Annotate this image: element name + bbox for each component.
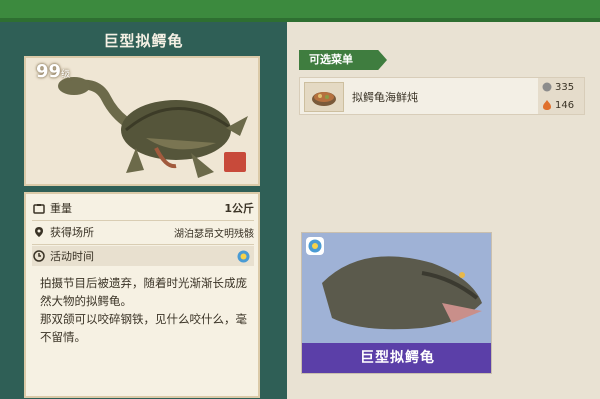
creature-image-card: 99级: [24, 56, 260, 186]
page-title: 巨型拟鳄龟: [103, 32, 184, 50]
level-display: 99级: [36, 61, 70, 82]
divider: [32, 220, 254, 221]
location-value: 湖泊瑟昂文明残骸: [174, 228, 254, 240]
menu-item[interactable]: 拟鳄龟海鲜炖 335 146: [299, 77, 585, 115]
weight-label: 重量: [50, 202, 72, 215]
weight-value: 1公斤: [224, 202, 254, 215]
time-label: 活动时间: [50, 250, 94, 263]
menu-section-title: 可选菜单: [299, 50, 387, 70]
info-card: 重量 1公斤 获得场所 湖泊瑟昂文明残骸 活动时间 拍摄节目后被遗弃，随着时光渐…: [24, 192, 260, 398]
menu-item-name: 拟鳄龟海鲜炖: [352, 91, 418, 104]
coin-icon: [542, 82, 552, 92]
menu-item-stat2: 146: [555, 99, 575, 111]
location-row: 获得场所 湖泊瑟昂文明残骸: [32, 222, 254, 242]
level-unit: 级: [61, 70, 71, 80]
day-sun-icon: [306, 237, 324, 255]
flame-icon: [542, 100, 552, 110]
creature-photo: 巨型拟鳄龟: [301, 232, 492, 374]
menu-item-stat1: 335: [555, 81, 575, 93]
sun-icon: [236, 249, 250, 263]
description-text: 拍摄节目后被遗弃，随着时光渐渐长成庞然大物的拟鳄龟。 那双颌可以咬碎钢铁，见什么…: [40, 276, 247, 344]
location-pin-icon: [32, 225, 46, 239]
top-bar: [0, 0, 600, 22]
photo-caption: 巨型拟鳄龟: [302, 343, 491, 373]
detail-panel: 巨型拟鳄龟 99级 重量 1公斤 获得场所 湖泊瑟昂文明残骸 活动时间 拍摄节目…: [0, 22, 287, 399]
weight-row: 重量 1公斤: [32, 198, 254, 218]
time-row: 活动时间: [32, 246, 254, 266]
scale-icon: [32, 201, 46, 215]
stew-dish-icon: [304, 82, 344, 112]
seal-stamp: [224, 152, 246, 172]
level-value: 99: [36, 61, 62, 82]
divider: [32, 244, 254, 245]
clock-icon: [32, 249, 46, 263]
menu-item-stats: 335 146: [538, 78, 584, 114]
location-label: 获得场所: [50, 226, 94, 239]
